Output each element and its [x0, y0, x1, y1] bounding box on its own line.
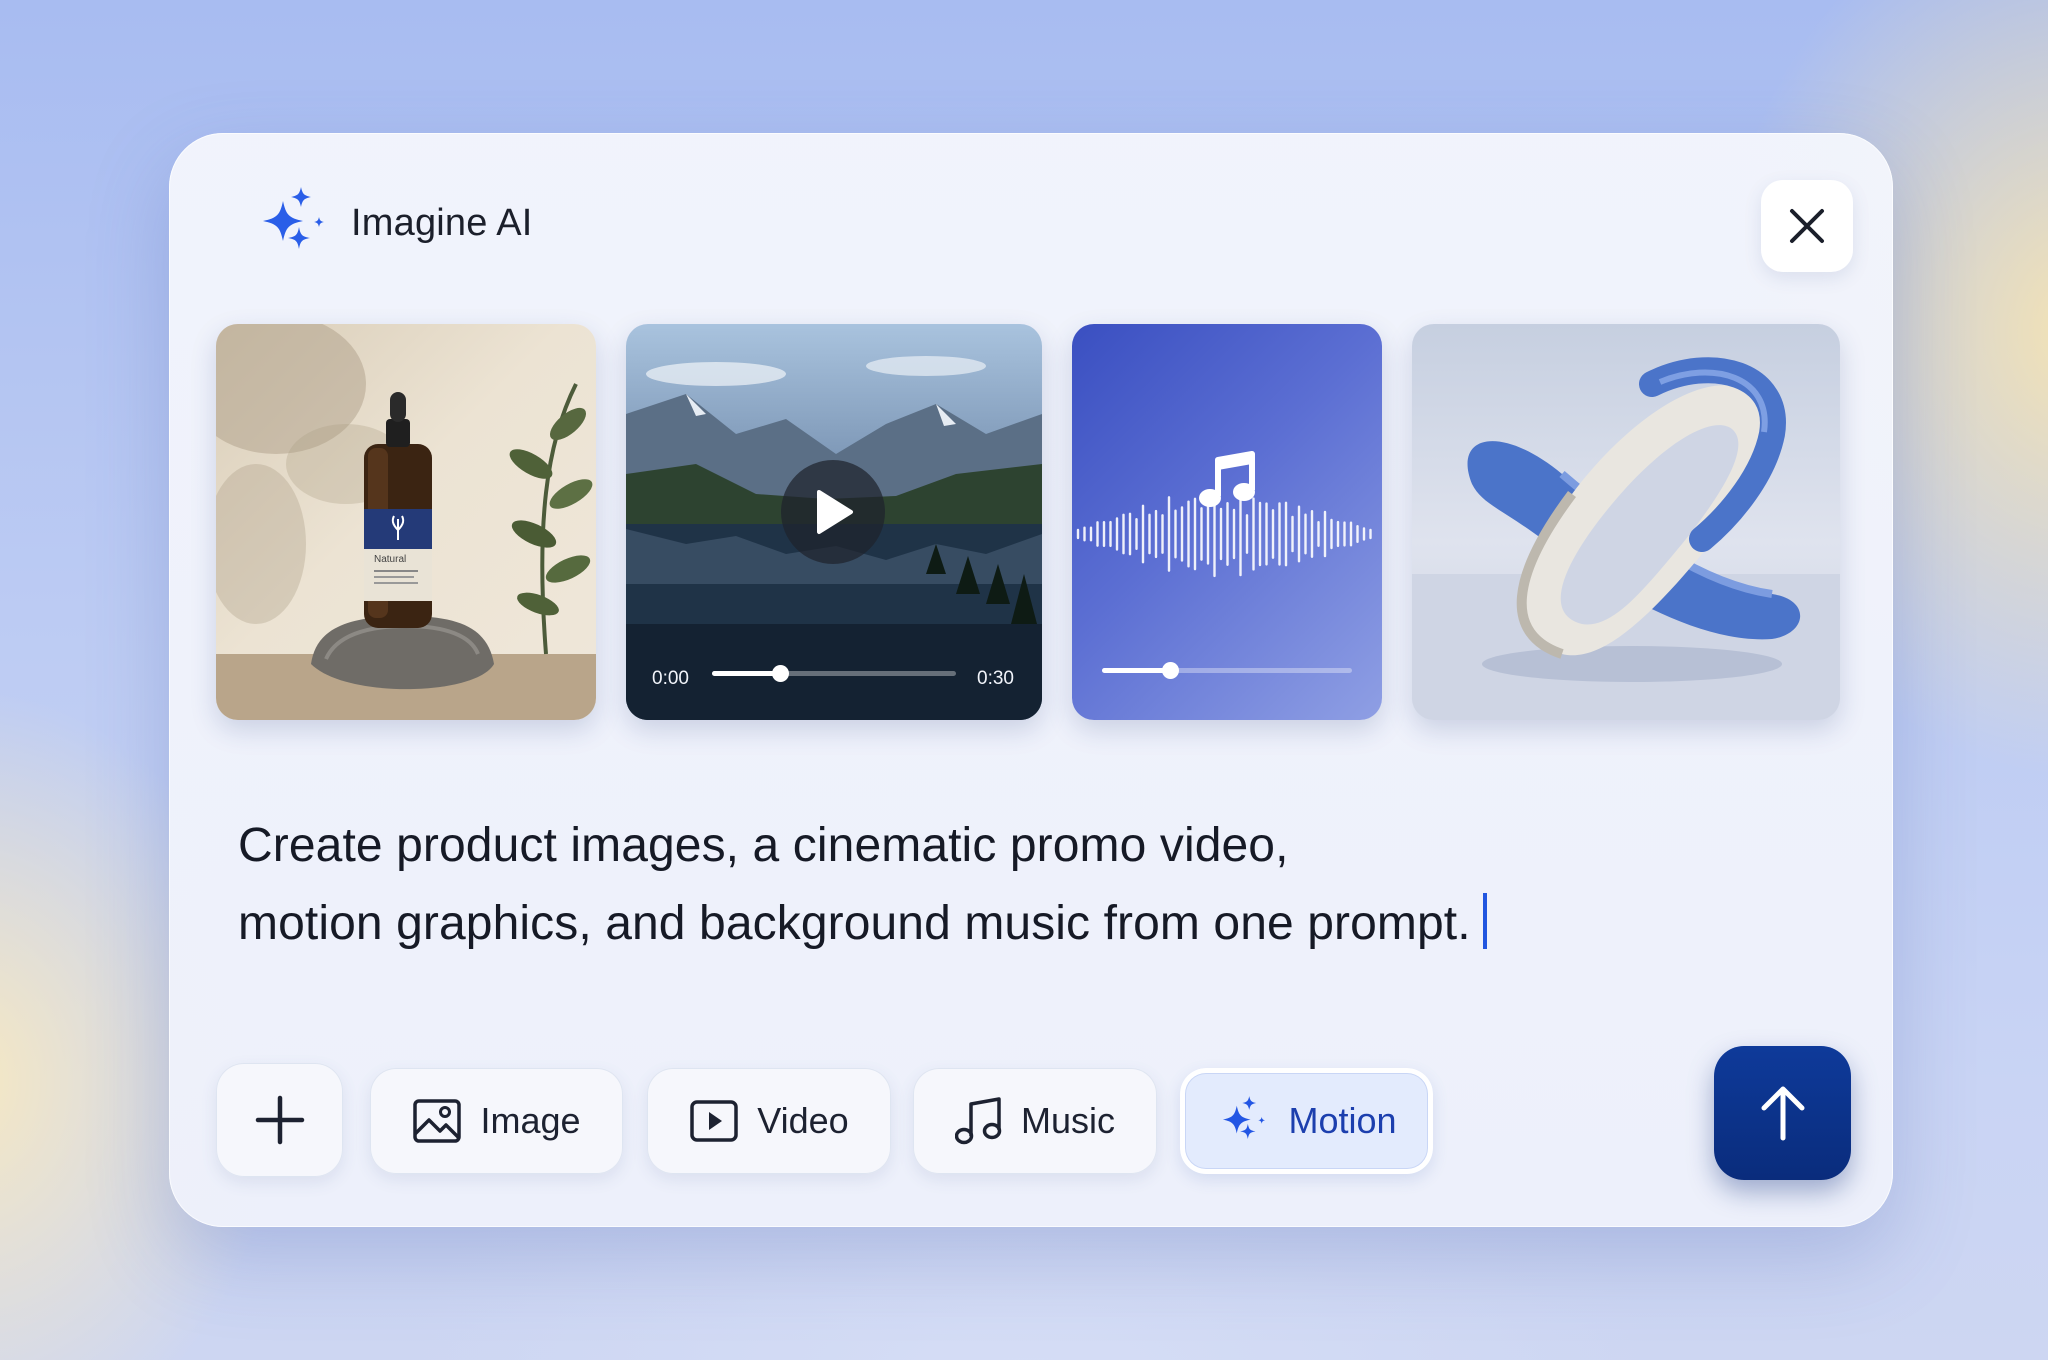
close-icon — [1790, 209, 1824, 243]
motion-graphics-preview[interactable] — [1412, 324, 1840, 720]
image-mode-label: Image — [480, 1100, 581, 1141]
prompt-input[interactable]: Create product images, a cinematic promo… — [238, 807, 1738, 963]
motion-mode-label: Motion — [1288, 1100, 1397, 1141]
motion-mode-button[interactable]: Motion — [1180, 1068, 1433, 1174]
prompt-line-1: Create product images, a cinematic promo… — [238, 819, 1289, 872]
image-icon — [413, 1099, 462, 1143]
music-preview[interactable] — [1072, 324, 1382, 720]
music-note-icon — [954, 1097, 1002, 1145]
audio-progress-bar[interactable] — [1102, 662, 1352, 679]
plus-icon — [255, 1095, 304, 1145]
text-caret — [1482, 893, 1487, 949]
video-preview[interactable]: 0:00 0:30 — [626, 324, 1042, 720]
image-mode-button[interactable]: Image — [370, 1068, 623, 1174]
play-icon — [817, 490, 853, 534]
video-time-end: 0:30 — [977, 668, 1014, 689]
video-time-start: 0:00 — [652, 668, 689, 689]
add-attachment-button[interactable] — [216, 1063, 343, 1177]
imagine-ai-dialog: Imagine AI Natural 0:00 0:30 Create prod… — [169, 133, 1893, 1227]
product-image-preview[interactable]: Natural — [216, 324, 596, 720]
video-progress-bar[interactable] — [712, 665, 956, 682]
music-mode-label: Music — [1020, 1100, 1115, 1141]
video-icon — [690, 1100, 739, 1142]
audio-waveform — [1076, 490, 1372, 578]
bottle-label-text: Natural — [374, 554, 406, 565]
video-progress-fill — [712, 671, 781, 676]
app-title: Imagine AI — [351, 201, 533, 244]
product-photo: Natural — [216, 324, 596, 720]
3d-ring-sculpture — [1412, 357, 1840, 720]
play-button[interactable] — [781, 460, 885, 564]
sparkle-icon — [1223, 1096, 1266, 1139]
sparkle-icon — [263, 187, 324, 249]
arrow-up-icon — [1761, 1086, 1804, 1141]
video-mode-label: Video — [757, 1100, 849, 1141]
prompt-line-2: motion graphics, and background music fr… — [238, 897, 1471, 950]
close-button[interactable] — [1761, 180, 1853, 272]
send-button[interactable] — [1714, 1046, 1851, 1180]
audio-progress-fill — [1102, 668, 1170, 673]
music-mode-button[interactable]: Music — [913, 1068, 1157, 1174]
video-mode-button[interactable]: Video — [647, 1068, 891, 1174]
audio-progress-knob[interactable] — [1161, 662, 1179, 679]
brand-header: Imagine AI — [253, 187, 533, 259]
